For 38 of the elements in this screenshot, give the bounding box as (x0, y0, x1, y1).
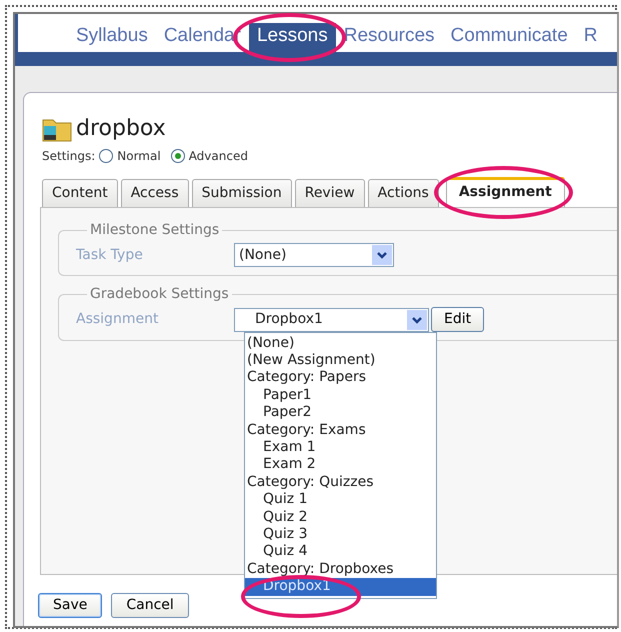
radio-label: Normal (117, 148, 161, 165)
field-label: Assignment (76, 310, 160, 329)
dropdown-option[interactable]: Exam 2 (245, 456, 436, 474)
dropdown-option[interactable]: Category: Dropboxes (245, 560, 436, 578)
dropdown-option[interactable]: Paper1 (245, 386, 436, 404)
dropdown-option[interactable]: (None) (245, 334, 436, 352)
radio-button[interactable] (170, 149, 185, 163)
tab[interactable]: Content (42, 179, 118, 207)
dropdown-option[interactable]: Paper2 (245, 404, 436, 422)
dropdown-option[interactable]: Category: Quizzes (245, 474, 436, 492)
field-label: Task Type (76, 246, 144, 264)
tab[interactable]: Access (120, 179, 189, 207)
tab[interactable]: Review (294, 179, 365, 207)
dropdown-option[interactable]: Category: Exams (245, 422, 436, 439)
tab[interactable]: Submission (192, 179, 292, 207)
dropdown-option[interactable]: Category: Papers (245, 369, 436, 387)
form-button[interactable]: Save (38, 593, 102, 618)
edit-button[interactable]: Edit (431, 307, 484, 332)
dropdown-option[interactable]: Quiz 4 (245, 543, 436, 561)
tab[interactable]: Actions (368, 179, 439, 207)
radio-button[interactable] (99, 149, 114, 163)
form-button[interactable]: Cancel (111, 593, 189, 618)
nav-tab[interactable]: Resources (336, 23, 443, 52)
tab[interactable]: Assignment (446, 177, 565, 207)
nav-tab[interactable]: R (576, 23, 606, 52)
dropdown-option[interactable]: Quiz 3 (245, 526, 436, 544)
dropdown-option[interactable]: Quiz 2 (245, 508, 436, 526)
nav-tab[interactable]: Communicate (442, 23, 576, 52)
nav-tab[interactable]: Syllabus (68, 23, 156, 52)
page-title: dropbox (76, 115, 166, 143)
dropdown-option[interactable]: Quiz 1 (245, 491, 436, 509)
dropdown-option[interactable]: Exam 1 (245, 438, 436, 456)
task-type-select[interactable]: (None) (234, 243, 394, 267)
radio-label: Advanced (188, 148, 248, 165)
settings-label: Settings: (42, 148, 96, 165)
assignment-select[interactable]: Dropbox1 (234, 308, 429, 332)
nav-tab[interactable]: Lessons (248, 23, 336, 52)
dropdown-option[interactable]: (New Assignment) (245, 352, 436, 370)
